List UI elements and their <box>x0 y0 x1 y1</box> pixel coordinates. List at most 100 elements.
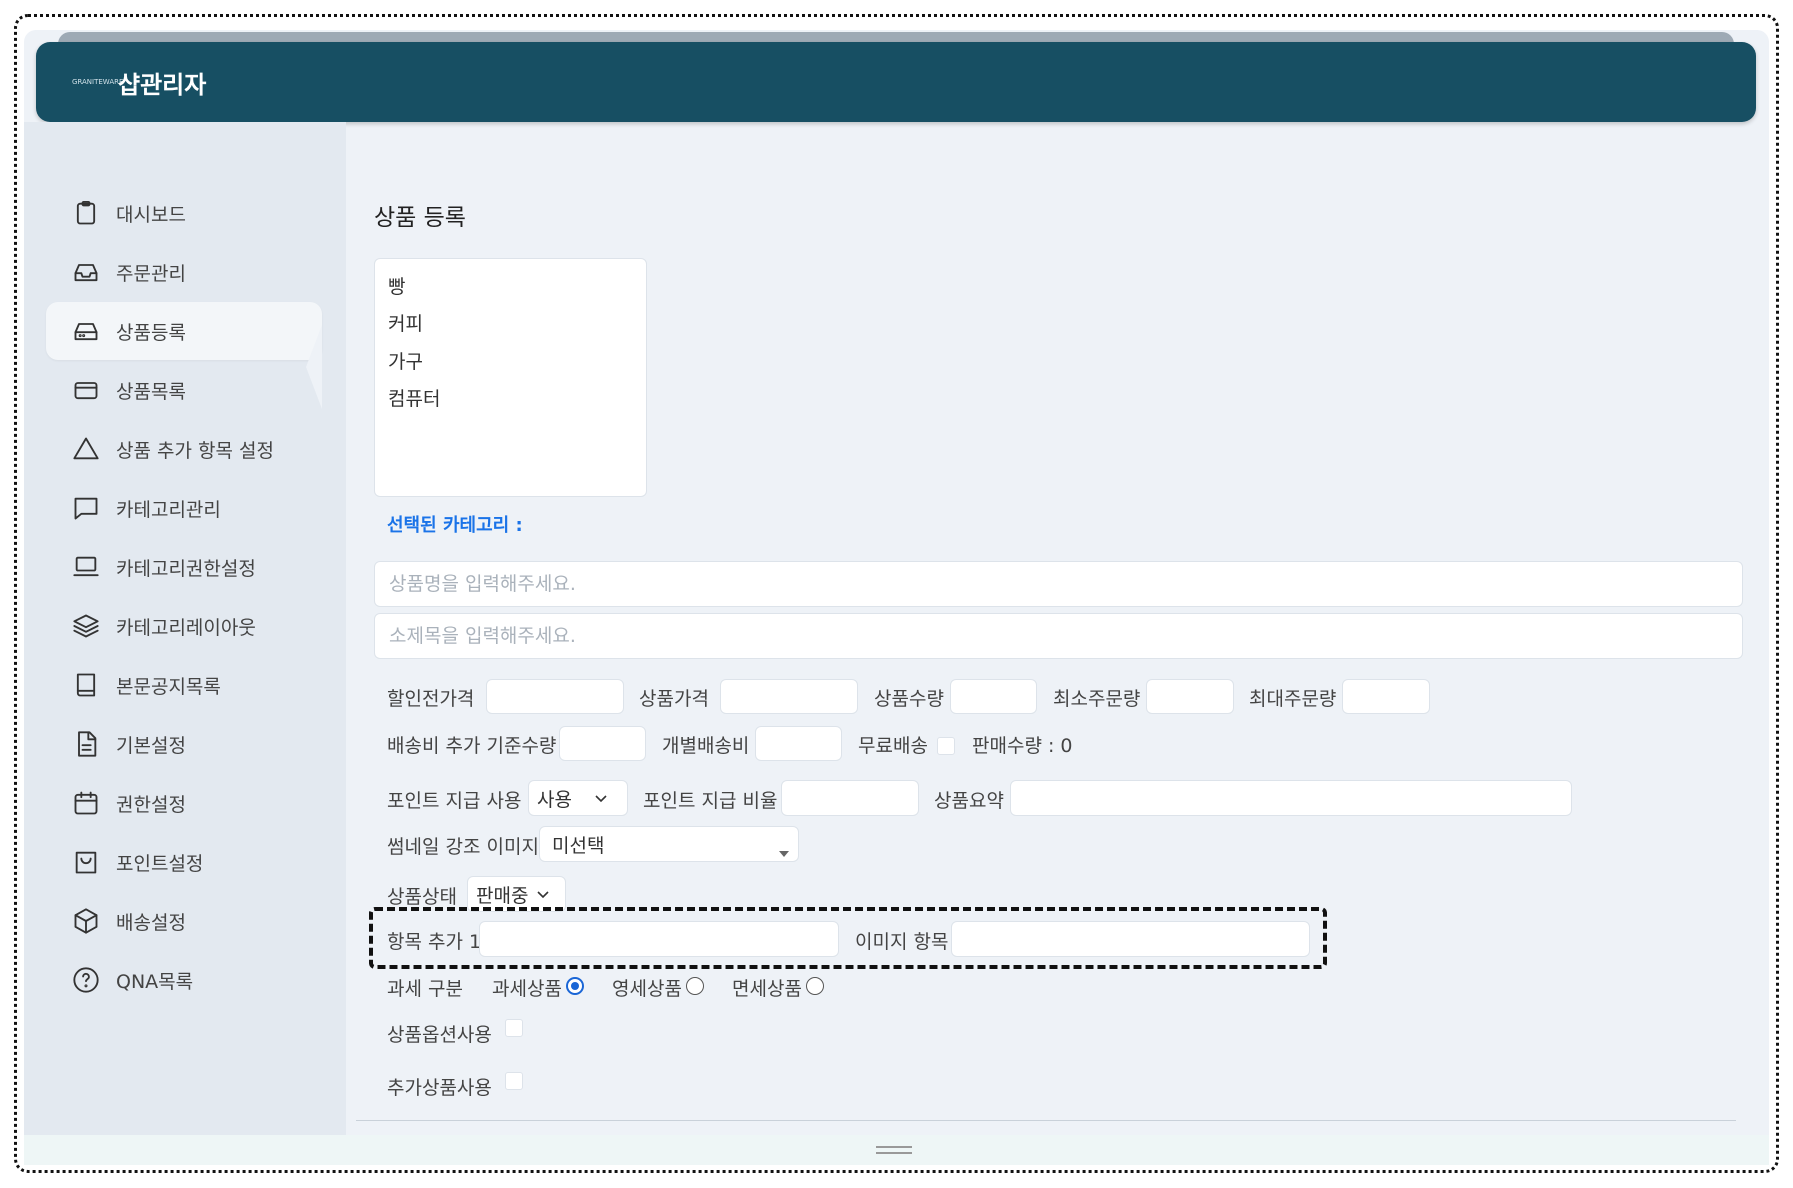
sidebar-item-basic-settings[interactable]: 기본설정 <box>46 715 322 773</box>
sidebar-item-label: 상품목록 <box>116 380 186 403</box>
subtitle-input[interactable] <box>374 613 1743 659</box>
price-before-discount-label: 할인전가격 <box>387 688 475 710</box>
sidebar-item-label: 본문공지목록 <box>116 675 221 698</box>
layers-icon <box>72 612 100 640</box>
resize-grip-icon[interactable] <box>876 1146 912 1154</box>
point-rate-label: 포인트 지급 비율 <box>643 790 778 812</box>
message-square-icon <box>72 494 100 522</box>
book-icon <box>72 671 100 699</box>
thumbnail-highlight-value: 미선택 <box>552 834 605 857</box>
help-circle-icon <box>72 966 100 994</box>
thumbnail-highlight-select[interactable]: 미선택 <box>539 826 799 862</box>
price-input[interactable] <box>720 679 858 714</box>
min-order-input[interactable] <box>1146 679 1234 714</box>
min-order-label: 최소주문량 <box>1053 688 1141 710</box>
extra-item-input[interactable] <box>479 921 839 957</box>
category-option[interactable]: 가구 <box>388 347 423 374</box>
sidebar-item-label: 대시보드 <box>116 203 186 226</box>
option-use-checkbox[interactable] <box>505 1019 523 1037</box>
content-divider <box>356 1120 1736 1121</box>
sidebar: 대시보드 주문관리 상품등록 상품목록 상품 추가 항목 설정 카테고리관리 카… <box>24 122 346 1142</box>
hard-drive-icon <box>72 317 100 345</box>
max-order-label: 최대주문량 <box>1249 688 1337 710</box>
active-item-notch <box>306 325 322 409</box>
point-rate-input[interactable] <box>781 780 919 816</box>
price-label: 상품가격 <box>639 688 709 710</box>
tax-free-label: 면세상품 <box>732 978 802 1000</box>
taxable-label: 과세상품 <box>492 978 562 1000</box>
page-title: 상품 등록 <box>374 205 466 231</box>
category-option[interactable]: 커피 <box>388 309 423 336</box>
laptop-icon <box>72 553 100 581</box>
sidebar-item-notice-list[interactable]: 본문공지목록 <box>46 656 322 714</box>
summary-input[interactable] <box>1010 780 1572 816</box>
file-text-icon <box>72 730 100 758</box>
point-use-label: 포인트 지급 사용 <box>387 790 522 812</box>
taxable-radio[interactable] <box>566 977 584 995</box>
free-shipping-checkbox[interactable] <box>937 737 955 755</box>
sidebar-item-permission-settings[interactable]: 권한설정 <box>46 774 322 832</box>
shipping-threshold-label: 배송비 추가 기준수량 <box>387 735 557 757</box>
inbox-icon <box>72 258 100 286</box>
clipboard-icon <box>72 199 100 227</box>
image-item-label: 이미지 항목 <box>855 931 949 953</box>
sidebar-item-label: QNA목록 <box>116 970 194 993</box>
sidebar-item-category-manage[interactable]: 카테고리관리 <box>46 479 322 537</box>
chevron-down-icon <box>536 883 550 905</box>
point-use-value: 사용 <box>537 788 572 811</box>
individual-shipping-input[interactable] <box>755 726 842 761</box>
category-option[interactable]: 빵 <box>388 272 405 299</box>
individual-shipping-label: 개별배송비 <box>662 735 750 757</box>
chevron-down-icon <box>594 787 608 809</box>
triangle-icon <box>72 435 100 463</box>
sidebar-item-extra-fields[interactable]: 상품 추가 항목 설정 <box>46 420 322 478</box>
addon-use-label: 추가상품사용 <box>387 1077 492 1099</box>
free-shipping-label: 무료배송 <box>858 735 928 757</box>
sidebar-item-shipping-settings[interactable]: 배송설정 <box>46 892 322 950</box>
brand-logo[interactable]: GRANITEWARE <box>72 77 123 87</box>
option-use-label: 상품옵션사용 <box>387 1024 492 1046</box>
sidebar-item-orders[interactable]: 주문관리 <box>46 243 322 301</box>
extra-item-label: 항목 추가 1 <box>387 931 482 953</box>
price-before-discount-input[interactable] <box>486 679 624 714</box>
product-name-input[interactable] <box>374 561 1743 607</box>
thumbnail-highlight-label: 썸네일 강조 이미지 <box>387 836 539 858</box>
sidebar-item-label: 배송설정 <box>116 911 186 934</box>
shopping-bag-icon <box>72 848 100 876</box>
category-list[interactable]: 빵 커피 가구 컴퓨터 <box>374 258 647 497</box>
zero-rated-label: 영세상품 <box>612 978 682 1000</box>
tax-type-label: 과세 구분 <box>387 978 463 1000</box>
caret-down-icon <box>778 841 790 863</box>
zero-rated-radio[interactable] <box>686 977 704 995</box>
status-label: 상품상태 <box>387 886 457 908</box>
sales-count-text: 판매수량 : 0 <box>972 735 1073 757</box>
sidebar-item-category-layout[interactable]: 카테고리레이아웃 <box>46 597 322 655</box>
credit-card-icon <box>72 376 100 404</box>
max-order-input[interactable] <box>1342 679 1430 714</box>
app-title: 샵관리자 <box>118 70 207 99</box>
quantity-input[interactable] <box>950 679 1037 714</box>
box-icon <box>72 907 100 935</box>
sidebar-item-label: 상품등록 <box>116 321 186 344</box>
sidebar-item-label: 카테고리관리 <box>116 498 221 521</box>
sidebar-item-label: 포인트설정 <box>116 852 204 875</box>
sidebar-item-label: 권한설정 <box>116 793 186 816</box>
shipping-threshold-input[interactable] <box>559 726 646 761</box>
sidebar-item-dashboard[interactable]: 대시보드 <box>46 184 322 242</box>
image-item-input[interactable] <box>951 921 1310 957</box>
tax-free-radio[interactable] <box>806 977 824 995</box>
sidebar-item-product-register[interactable]: 상품등록 <box>46 302 322 360</box>
sidebar-item-product-list[interactable]: 상품목록 <box>46 361 322 419</box>
calendar-icon <box>72 789 100 817</box>
addon-use-checkbox[interactable] <box>505 1072 523 1090</box>
sidebar-item-point-settings[interactable]: 포인트설정 <box>46 833 322 891</box>
summary-label: 상품요약 <box>934 790 1004 812</box>
category-option[interactable]: 컴퓨터 <box>388 384 440 411</box>
sidebar-item-qna-list[interactable]: QNA목록 <box>46 951 322 1009</box>
point-use-select[interactable]: 사용 <box>528 780 628 816</box>
sidebar-item-label: 상품 추가 항목 설정 <box>116 439 274 462</box>
sidebar-item-category-permission[interactable]: 카테고리권한설정 <box>46 538 322 596</box>
selected-category-label: 선택된 카테고리 : <box>387 515 523 536</box>
status-value: 판매중 <box>476 884 529 907</box>
sidebar-item-label: 주문관리 <box>116 262 186 285</box>
